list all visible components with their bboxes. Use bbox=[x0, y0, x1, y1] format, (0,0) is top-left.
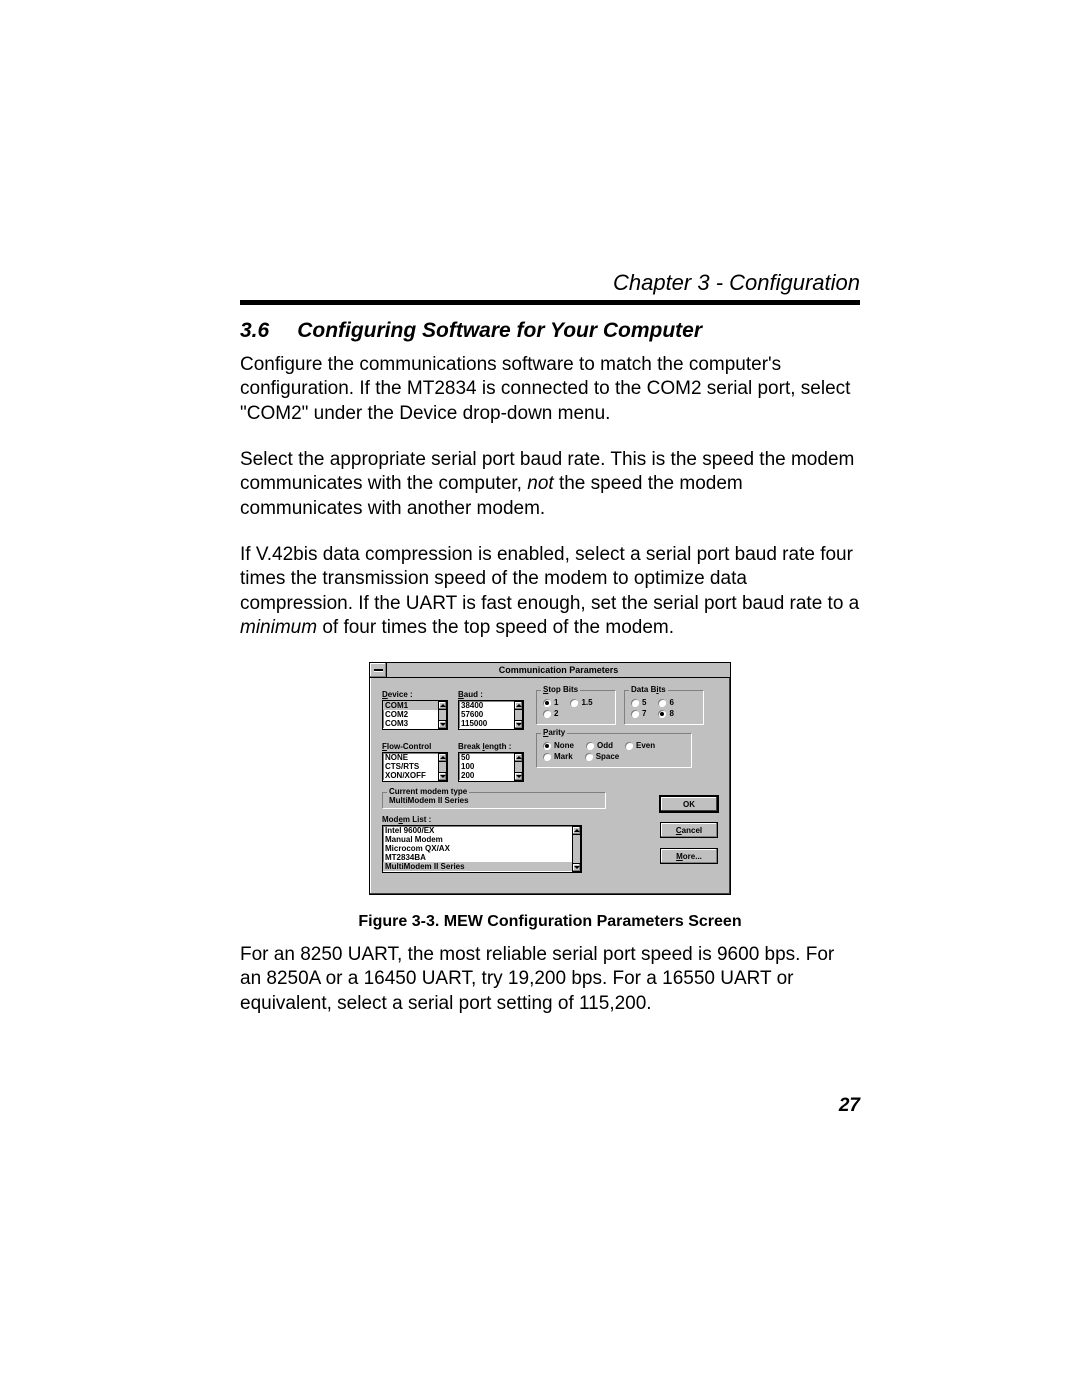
text: of four times the top speed of the modem… bbox=[317, 617, 674, 638]
break-listbox[interactable]: 50 100 200 bbox=[458, 752, 524, 782]
scroll-down-icon[interactable] bbox=[438, 720, 447, 729]
current-modem-value: MultiModem II Series bbox=[389, 796, 469, 805]
scroll-down-icon[interactable] bbox=[514, 720, 523, 729]
list-item[interactable]: Microcom QX/AX bbox=[383, 844, 581, 853]
flow-label: Flow-Control bbox=[382, 742, 448, 751]
list-item[interactable]: MultiModem II Series bbox=[383, 862, 581, 871]
text: If V.42bis data compression is enabled, … bbox=[240, 544, 859, 614]
radio-stopbits-1[interactable]: 1 bbox=[543, 698, 558, 707]
paragraph-4: For an 8250 UART, the most reliable seri… bbox=[240, 943, 860, 1016]
radio-stopbits-2[interactable]: 2 bbox=[543, 709, 605, 718]
header-rule bbox=[240, 300, 860, 305]
more-button[interactable]: More... bbox=[660, 848, 718, 864]
paragraph-2: Select the appropriate serial port baud … bbox=[240, 448, 860, 521]
radio-databits-8[interactable]: 8 bbox=[658, 709, 673, 718]
radio-stopbits-1-5[interactable]: 1.5 bbox=[570, 698, 592, 707]
scrollbar[interactable] bbox=[514, 753, 523, 781]
scrollbar[interactable] bbox=[438, 753, 447, 781]
scroll-down-icon[interactable] bbox=[438, 772, 447, 781]
titlebar: Communication Parameters bbox=[370, 663, 730, 678]
flow-listbox[interactable]: NONE CTS/RTS XON/XOFF bbox=[382, 752, 448, 782]
radio-parity-even[interactable]: Even bbox=[625, 741, 655, 750]
databits-group: Data Bits 5 6 7 8 bbox=[624, 690, 704, 725]
scroll-up-icon[interactable] bbox=[514, 753, 523, 762]
window-body: Device : COM1 COM2 COM3 bbox=[370, 678, 730, 894]
device-label: Device : bbox=[382, 690, 448, 699]
scroll-down-icon[interactable] bbox=[514, 772, 523, 781]
parity-legend: Parity bbox=[541, 728, 567, 737]
scrollbar[interactable] bbox=[572, 826, 581, 872]
stopbits-legend: Stop Bits bbox=[541, 685, 580, 694]
document-page: Chapter 3 - Configuration 3.6 Configurin… bbox=[0, 0, 1080, 1397]
scrollbar[interactable] bbox=[514, 701, 523, 729]
radio-databits-6[interactable]: 6 bbox=[658, 698, 673, 707]
paragraph-1: Configure the communications software to… bbox=[240, 353, 860, 426]
window-title: Communication Parameters bbox=[387, 663, 730, 677]
scroll-down-icon[interactable] bbox=[572, 863, 581, 872]
italic-minimum: minimum bbox=[240, 617, 317, 638]
baud-listbox[interactable]: 38400 57600 115000 bbox=[458, 700, 524, 730]
stopbits-group: Stop Bits 1 1.5 2 bbox=[536, 690, 616, 725]
ok-button[interactable]: OK bbox=[660, 796, 718, 812]
scroll-up-icon[interactable] bbox=[438, 753, 447, 762]
baud-label: Baud : bbox=[458, 690, 524, 699]
radio-databits-7[interactable]: 7 bbox=[631, 709, 646, 718]
section-title: Configuring Software for Your Computer bbox=[297, 319, 702, 343]
paragraph-3: If V.42bis data compression is enabled, … bbox=[240, 543, 860, 640]
list-item[interactable]: Manual Modem bbox=[383, 835, 581, 844]
modem-list[interactable]: Intel 9600/EX Manual Modem Microcom QX/A… bbox=[382, 825, 582, 873]
italic-not: not bbox=[527, 473, 553, 494]
scroll-up-icon[interactable] bbox=[572, 826, 581, 835]
radio-parity-none[interactable]: None bbox=[543, 741, 574, 750]
page-number: 27 bbox=[839, 1095, 860, 1117]
scroll-up-icon[interactable] bbox=[438, 701, 447, 710]
list-item[interactable]: Intel 9600/EX bbox=[383, 826, 581, 835]
break-label: Break length : bbox=[458, 742, 524, 751]
parity-group: Parity None Odd Even Mark Space bbox=[536, 733, 692, 768]
databits-legend: Data Bits bbox=[629, 685, 668, 694]
radio-parity-space[interactable]: Space bbox=[585, 752, 620, 761]
chapter-header: Chapter 3 - Configuration bbox=[240, 270, 860, 296]
figure-caption: Figure 3-3. MEW Configuration Parameters… bbox=[240, 913, 860, 931]
figure-wrap: Communication Parameters Device : COM1 C… bbox=[240, 662, 860, 895]
radio-databits-5[interactable]: 5 bbox=[631, 698, 646, 707]
current-modem-group: Current modem type MultiModem II Series bbox=[382, 792, 606, 809]
cancel-button[interactable]: Cancel bbox=[660, 822, 718, 838]
section-heading: 3.6 Configuring Software for Your Comput… bbox=[240, 319, 860, 343]
radio-parity-mark[interactable]: Mark bbox=[543, 752, 573, 761]
section-number: 3.6 bbox=[240, 319, 269, 343]
dialog-window: Communication Parameters Device : COM1 C… bbox=[369, 662, 731, 895]
scroll-up-icon[interactable] bbox=[514, 701, 523, 710]
scrollbar[interactable] bbox=[438, 701, 447, 729]
system-menu-icon[interactable] bbox=[370, 663, 387, 677]
device-listbox[interactable]: COM1 COM2 COM3 bbox=[382, 700, 448, 730]
modem-list-label: Modem List : bbox=[382, 815, 646, 824]
current-modem-legend: Current modem type bbox=[387, 787, 469, 796]
list-item[interactable]: MT2834BA bbox=[383, 853, 581, 862]
radio-parity-odd[interactable]: Odd bbox=[586, 741, 613, 750]
